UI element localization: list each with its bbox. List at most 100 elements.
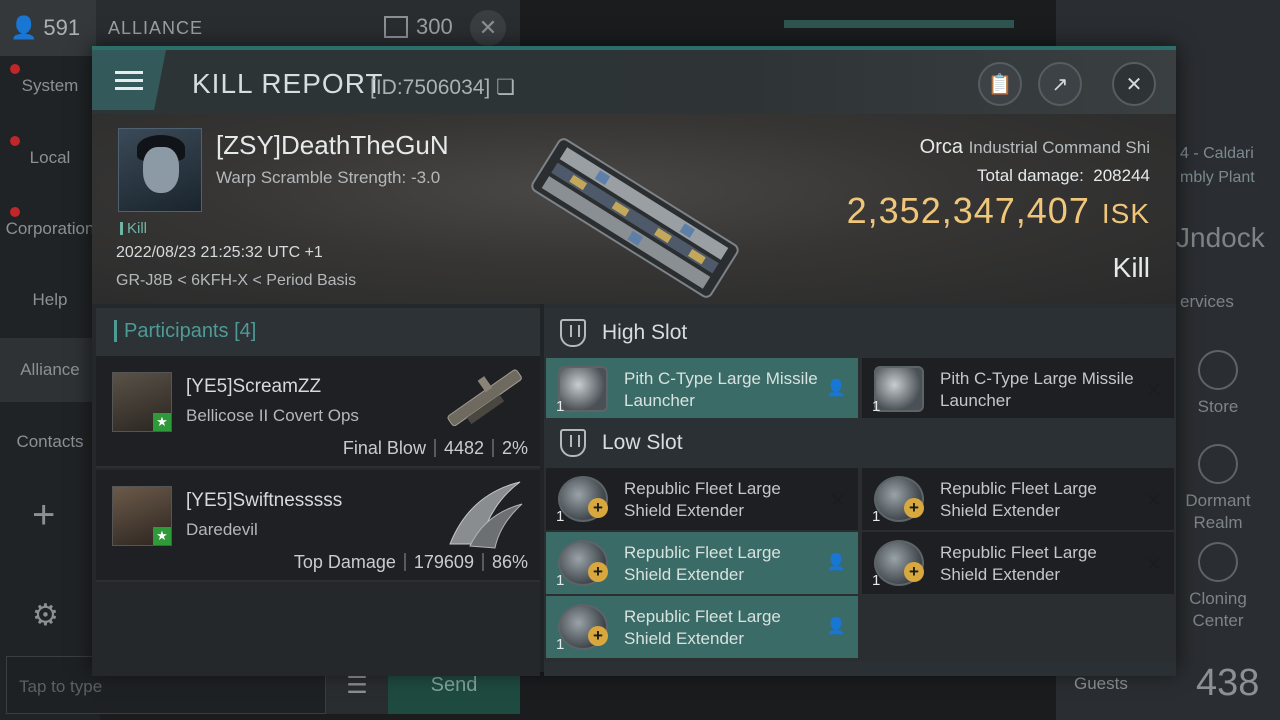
copy-icon[interactable]: ❏: [496, 76, 515, 99]
kill-tag: Kill: [120, 220, 147, 237]
dropped-person-icon: 👤: [826, 618, 846, 635]
module-item[interactable]: + 1 Republic Fleet Large Shield Extender…: [546, 596, 858, 658]
plus-badge-icon: +: [904, 562, 924, 582]
user-icon: 👤: [10, 15, 38, 40]
module-item[interactable]: + 1 Republic Fleet Large Shield Extender…: [862, 532, 1174, 594]
avatar: ★: [112, 372, 172, 432]
close-icon: ✕: [1125, 73, 1143, 96]
result-label: Kill: [1112, 252, 1150, 283]
participant-ship: Bellicose II Covert Ops: [186, 406, 359, 425]
module-item[interactable]: 1 Pith C-Type Large Missile Launcher ✕: [862, 358, 1174, 420]
share-button[interactable]: ↗: [1038, 62, 1082, 106]
destroyed-x-icon: ✕: [1145, 490, 1162, 512]
kill-datetime: 2022/08/23 21:25:32 UTC +1: [116, 244, 323, 261]
store-icon: [1198, 350, 1238, 390]
chat-channel-label: ALLIANCE: [108, 17, 204, 38]
plus-badge-icon: +: [588, 562, 608, 582]
module-item[interactable]: + 1 Republic Fleet Large Shield Extender…: [546, 532, 858, 594]
module-name: Republic Fleet Large Shield Extender: [940, 543, 1097, 584]
chat-capacity: 300: [384, 14, 453, 40]
nav-local[interactable]: Local: [0, 136, 100, 168]
dormant-realm-icon: [1198, 444, 1238, 484]
report-id[interactable]: [ID:7506034] ❏: [370, 75, 515, 100]
gear-icon[interactable]: ⚙: [32, 598, 59, 633]
ship-name[interactable]: Orca Industrial Command Shi: [920, 136, 1150, 159]
plus-badge-icon: +: [588, 498, 608, 518]
nav-corporation[interactable]: Corporation: [0, 207, 100, 239]
missile-launcher-icon: [558, 366, 608, 412]
nav-help[interactable]: Help: [0, 290, 100, 310]
dropped-person-icon: 👤: [826, 380, 846, 397]
alert-dot: [10, 64, 20, 74]
module-item[interactable]: 1 Pith C-Type Large Missile Launcher 👤: [546, 358, 858, 420]
victim-name[interactable]: [ZSY]DeathTheGuN: [216, 130, 449, 161]
module-name: Republic Fleet Large Shield Extender: [624, 607, 781, 648]
station-location: 4 - Caldari mbly Plant: [1180, 145, 1255, 186]
menu-button[interactable]: [92, 50, 166, 110]
high-slot-header: High Slot: [544, 308, 1176, 358]
cloning-center-button[interactable]: Cloning Center: [1178, 542, 1258, 632]
guests-count: 438: [1196, 662, 1260, 704]
share-icon: ↗: [1051, 73, 1069, 96]
high-slot-icon: [560, 319, 586, 347]
modal-title: KILL REPORT: [192, 68, 384, 99]
background-strip: [784, 20, 1014, 28]
missile-launcher-icon: [874, 366, 924, 412]
module-item[interactable]: + 1 Republic Fleet Large Shield Extender…: [862, 468, 1174, 530]
modal-header: KILL REPORT [ID:7506034] ❏ 📋 ↗ ✕: [92, 50, 1176, 114]
participant-ship: Daredevil: [186, 520, 258, 539]
add-icon[interactable]: +: [32, 493, 55, 538]
dormant-realm-button[interactable]: Dormant Realm: [1178, 444, 1258, 534]
module-name: Republic Fleet Large Shield Extender: [624, 479, 781, 520]
guests-label[interactable]: Guests: [1074, 674, 1128, 694]
participants-panel: Participants [4] ★ [YE5]ScreamZZ Bellico…: [92, 304, 540, 676]
nav-contacts[interactable]: Contacts: [0, 432, 100, 452]
participant-row[interactable]: ★ [YE5]Swiftnesssss Daredevil Top Damage…: [96, 470, 540, 582]
close-button[interactable]: ✕: [1112, 62, 1156, 106]
avatar: ★: [112, 486, 172, 546]
star-icon: ★: [153, 527, 171, 545]
clipboard-icon: 📋: [987, 73, 1013, 96]
module-qty: 1: [556, 398, 565, 415]
participant-stats: Top Damage 179609 86%: [293, 552, 528, 572]
kill-summary: [ZSY]DeathTheGuN Warp Scramble Strength:…: [92, 114, 1176, 304]
participant-stats: Final Blow 4482 2%: [342, 438, 528, 458]
user-count[interactable]: 👤 591: [0, 0, 96, 56]
participant-row[interactable]: ★ [YE5]ScreamZZ Bellicose II Covert Ops …: [96, 356, 540, 468]
participant-name: [YE5]ScreamZZ: [186, 376, 322, 397]
daredevil-ship-icon: [449, 481, 523, 549]
orca-ship-icon: [531, 138, 739, 298]
module-qty: 1: [872, 508, 881, 525]
services-label: ervices: [1180, 292, 1234, 311]
undock-button[interactable]: Jndock: [1176, 222, 1265, 254]
module-name: Pith C-Type Large Missile Launcher: [624, 369, 818, 410]
warp-scramble-strength: Warp Scramble Strength: -3.0: [216, 168, 441, 187]
victim-avatar[interactable]: [118, 128, 202, 212]
kill-report-modal: KILL REPORT [ID:7506034] ❏ 📋 ↗ ✕ [ZSY]De…: [92, 46, 1176, 676]
chat-close-button[interactable]: ✕: [470, 10, 506, 46]
store-button[interactable]: Store: [1178, 350, 1258, 418]
module-item[interactable]: + 1 Republic Fleet Large Shield Extender…: [546, 468, 858, 530]
destroyed-x-icon: ✕: [1145, 380, 1162, 402]
alert-dot: [10, 207, 20, 217]
participants-header[interactable]: Participants [4]: [96, 308, 540, 356]
cloning-icon: [1198, 542, 1238, 582]
module-qty: 1: [872, 572, 881, 589]
fittings-panel: High Slot 1 Pith C-Type Large Missile La…: [544, 304, 1176, 676]
module-name: Republic Fleet Large Shield Extender: [624, 543, 781, 584]
kill-location[interactable]: GR-J8B < 6KFH-X < Period Basis: [116, 272, 356, 290]
nav-system[interactable]: System: [0, 64, 100, 96]
module-qty: 1: [556, 636, 565, 653]
module-qty: 1: [556, 572, 565, 589]
star-icon: ★: [153, 413, 171, 431]
alert-dot: [10, 136, 20, 146]
module-qty: 1: [872, 398, 881, 415]
nav-alliance[interactable]: Alliance: [0, 338, 100, 402]
plus-badge-icon: +: [588, 626, 608, 646]
dropped-person-icon: 👤: [826, 554, 846, 571]
clipboard-button[interactable]: 📋: [978, 62, 1022, 106]
destroyed-x-icon: ✕: [829, 490, 846, 512]
participant-name: [YE5]Swiftnesssss: [186, 490, 343, 511]
isk-value: 2,352,347,407 ISK: [846, 190, 1150, 231]
mid-slot-header-partial: [544, 662, 1176, 676]
